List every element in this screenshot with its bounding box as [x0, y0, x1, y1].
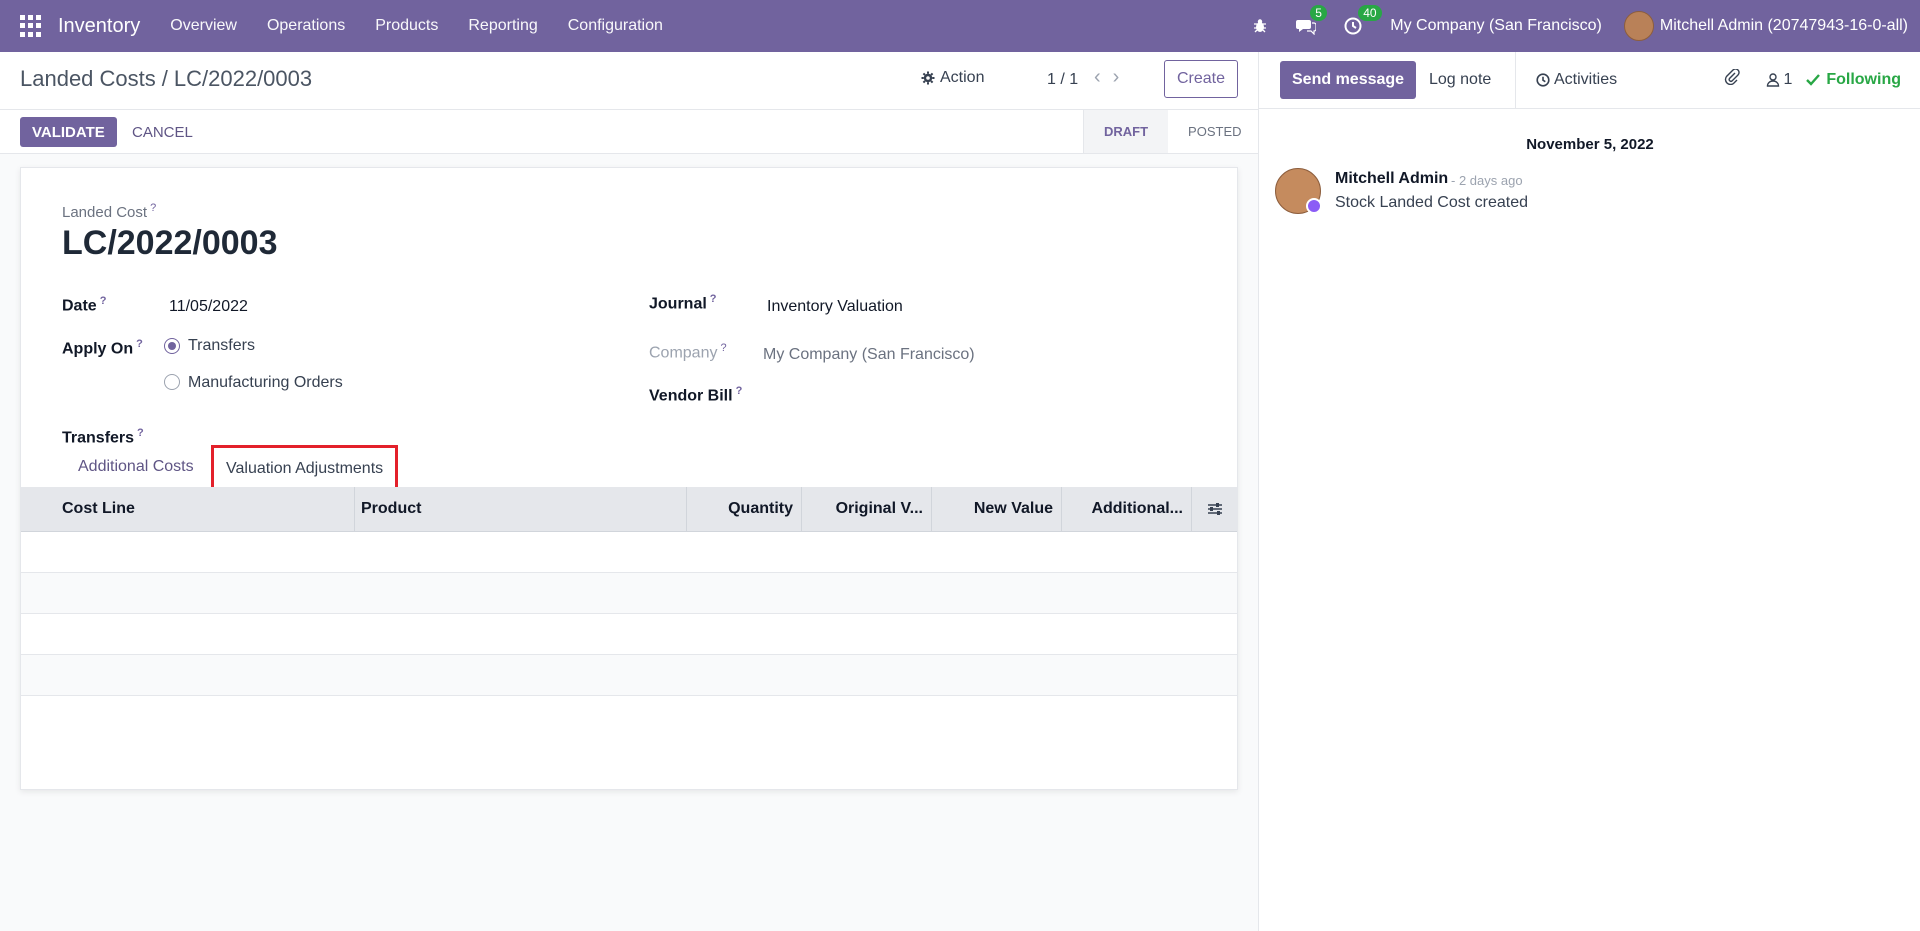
record-label: Landed Cost? [62, 202, 157, 221]
top-navbar: Inventory Overview Operations Products R… [0, 0, 1920, 52]
table-row [21, 573, 1237, 614]
create-button[interactable]: Create [1164, 60, 1238, 98]
messages-count-badge: 5 [1310, 5, 1327, 21]
online-status-dot [1306, 198, 1322, 214]
journal-field[interactable]: Inventory Valuation [767, 298, 903, 316]
action-menu-button[interactable]: Action [921, 69, 984, 87]
form-sheet: Landed Cost? LC/2022/0003 Date? 11/05/20… [20, 167, 1238, 790]
menu-operations[interactable]: Operations [267, 17, 345, 35]
message-body: Stock Landed Cost created [1335, 194, 1529, 211]
vendor-bill-label: Vendor Bill? [649, 385, 743, 405]
chevron-left-icon[interactable]: ‹ [1094, 66, 1113, 88]
following-button[interactable]: Following [1806, 71, 1901, 89]
activities-button[interactable]: Activities [1515, 52, 1637, 108]
chatter-topbar: Send message Log note Activities 1 Follo… [1259, 52, 1920, 109]
stage-draft[interactable]: DRAFT [1083, 110, 1169, 153]
person-icon [1767, 72, 1780, 87]
radio-manufacturing-orders-label[interactable]: Manufacturing Orders [188, 374, 343, 392]
chatter-tools: 1 Following [1724, 68, 1901, 90]
col-product[interactable]: Product [355, 487, 687, 531]
pager-value[interactable]: 1 / 1 [1047, 71, 1078, 89]
apply-on-label: Apply On? [62, 338, 143, 358]
app-name[interactable]: Inventory [58, 15, 140, 38]
col-quantity[interactable]: Quantity [687, 487, 802, 531]
menu-reporting[interactable]: Reporting [468, 17, 537, 35]
activities-count-badge: 40 [1358, 5, 1382, 21]
chatter-panel: Send message Log note Activities 1 Follo… [1258, 52, 1920, 931]
status-stages: DRAFT POSTED [1083, 110, 1262, 153]
following-label: Following [1826, 70, 1901, 88]
tab-additional-costs[interactable]: Additional Costs [78, 449, 194, 485]
company-switcher[interactable]: My Company (San Francisco) [1390, 17, 1602, 35]
message-time: - 2 days ago [1451, 173, 1523, 188]
activities-clock-icon[interactable]: 40 [1344, 5, 1382, 35]
user-avatar[interactable] [1623, 11, 1654, 41]
user-menu[interactable]: Mitchell Admin (20747943-16-0-all) [1660, 17, 1908, 35]
followers-button[interactable]: 1 [1766, 71, 1792, 89]
radio-transfers-label[interactable]: Transfers [188, 337, 255, 355]
pager-nav: ‹› [1094, 66, 1131, 89]
table-row [21, 655, 1237, 696]
date-label: Date? [62, 295, 107, 315]
col-new-value[interactable]: New Value [932, 487, 1062, 531]
gear-icon [921, 71, 935, 85]
message-author[interactable]: Mitchell Admin [1335, 170, 1448, 188]
record-name: LC/2022/0003 [62, 224, 278, 262]
col-cost-line[interactable]: Cost Line [21, 487, 355, 531]
check-icon [1806, 73, 1821, 86]
breadcrumb: Landed Costs / LC/2022/0003 [20, 66, 312, 92]
breadcrumb-current: LC/2022/0003 [173, 66, 313, 91]
date-separator: November 5, 2022 [1526, 136, 1654, 153]
transfers-label: Transfers? [62, 427, 144, 447]
stage-posted[interactable]: POSTED [1168, 110, 1261, 153]
radio-transfers[interactable] [164, 338, 180, 354]
date-field[interactable]: 11/05/2022 [169, 298, 248, 316]
radio-manufacturing-orders[interactable] [164, 374, 180, 390]
table-row [21, 614, 1237, 655]
breadcrumb-separator: / [161, 66, 168, 91]
column-settings-icon[interactable] [1192, 487, 1237, 531]
col-additional[interactable]: Additional... [1062, 487, 1192, 531]
table-row [21, 532, 1237, 573]
activities-label: Activities [1554, 71, 1618, 88]
messages-icon[interactable]: 5 [1296, 5, 1327, 35]
table-header: Cost Line Product Quantity Original V...… [21, 487, 1237, 532]
log-note-button[interactable]: Log note [1409, 52, 1511, 108]
validate-button[interactable]: VALIDATE [20, 117, 117, 147]
valuation-adjustments-table: Cost Line Product Quantity Original V...… [21, 487, 1237, 696]
form-view-area: Landed Costs / LC/2022/0003 Action 1 / 1 ‹… [0, 52, 1258, 931]
col-original-value[interactable]: Original V... [802, 487, 932, 531]
cancel-button[interactable]: CANCEL [132, 124, 193, 141]
chevron-right-icon[interactable]: › [1113, 66, 1132, 88]
menu-configuration[interactable]: Configuration [568, 17, 663, 35]
journal-label: Journal? [649, 293, 717, 313]
menu-overview[interactable]: Overview [170, 17, 237, 35]
notebook-tabs: Additional Costs Valuation Adjustments [21, 445, 1237, 493]
control-panel: Landed Costs / LC/2022/0003 Action 1 / 1 ‹… [0, 52, 1258, 110]
apps-menu-icon[interactable] [20, 15, 42, 37]
debug-bug-icon[interactable] [1252, 18, 1268, 34]
followers-count: 1 [1783, 70, 1793, 88]
company-field[interactable]: My Company (San Francisco) [763, 346, 975, 364]
form-statusbar: VALIDATE CANCEL DRAFT POSTED [0, 110, 1258, 154]
action-label: Action [940, 69, 985, 86]
menu-products[interactable]: Products [375, 17, 438, 35]
company-label: Company? [649, 342, 727, 362]
clock-icon [1536, 73, 1550, 87]
breadcrumb-parent[interactable]: Landed Costs [20, 66, 156, 91]
attachment-paperclip-icon[interactable] [1724, 68, 1741, 90]
tab-valuation-adjustments[interactable]: Valuation Adjustments [211, 445, 399, 493]
send-message-button[interactable]: Send message [1280, 61, 1417, 99]
